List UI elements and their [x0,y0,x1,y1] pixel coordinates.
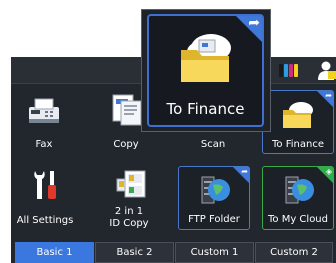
to-finance-zoom-button[interactable]: ➦ To Finance [147,14,264,127]
ink-magenta-level[interactable] [289,64,293,77]
id-copy-label-line1: 2 in 1 [114,206,144,217]
share-arrow-icon: ➦ [241,167,248,176]
wrench-screwdriver-icon [34,171,56,199]
copy-icon [112,94,142,126]
fax-label: Fax [35,139,53,150]
to-finance-label: To Finance [272,139,324,150]
ink-yellow-level[interactable] [294,64,298,77]
fax-tile[interactable]: Fax [13,89,75,155]
tab-custom-1[interactable]: Custom 1 [175,242,254,263]
ink-black-level[interactable] [279,64,283,77]
tab-bar: Basic 1 Basic 2 Custom 1 Custom 2 [11,239,336,263]
id-card-icon [116,170,146,198]
folder-cloud-icon [181,34,231,82]
cloud-server-icon [285,176,314,204]
tab-custom-2[interactable]: Custom 2 [255,242,333,263]
tab-basic-2[interactable]: Basic 2 [95,242,174,263]
tab-basic-1[interactable]: Basic 1 [15,242,94,263]
fax-icon [29,98,59,123]
to-my-cloud-tile[interactable]: ◈ To My Cloud [262,166,334,230]
shortcut-zoom-popup: ➦ To Finance [141,9,271,132]
ink-cyan-level[interactable] [284,64,288,77]
id-copy-tile[interactable]: 2 in 1 ID Copy [93,165,165,231]
connect-icon: ◈ [325,167,332,176]
share-arrow-icon: ➦ [248,15,260,31]
to-finance-tile[interactable]: ➦ To Finance [262,90,334,154]
scan-label: Scan [200,139,226,150]
to-my-cloud-label: To My Cloud [268,214,328,225]
all-settings-tile[interactable]: All Settings [13,165,77,231]
share-arrow-icon: ➦ [325,91,332,100]
ftp-folder-tile[interactable]: ➦ FTP Folder [178,166,250,230]
server-globe-icon [201,176,230,204]
copy-label: Copy [113,139,139,150]
user-icon[interactable] [317,60,336,80]
all-settings-label: All Settings [16,215,74,226]
ftp-folder-label: FTP Folder [188,214,240,225]
folder-cloud-icon [283,102,313,128]
id-copy-label-line2: ID Copy [109,218,149,229]
to-finance-zoom-label: To Finance [166,100,245,118]
